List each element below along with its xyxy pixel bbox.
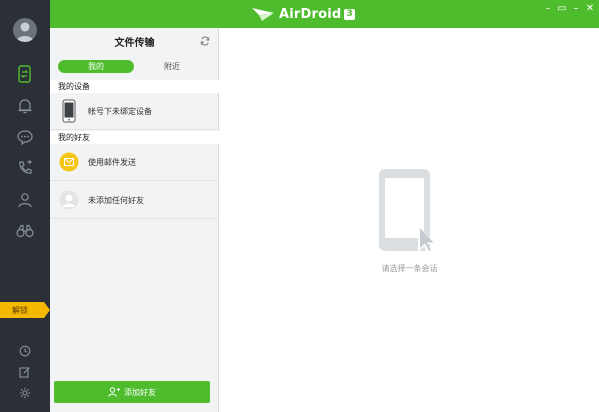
device-icon-wrap	[52, 99, 86, 123]
airdroid-logo-icon	[252, 8, 274, 21]
tab-nearby[interactable]: 附近	[134, 60, 210, 73]
friend-icon-wrap	[52, 190, 86, 210]
my-friends-header: 我的好友	[50, 131, 219, 144]
add-friend-button[interactable]: 添加好友	[54, 381, 210, 403]
minimize-button[interactable]: –	[569, 3, 583, 15]
chat-bubble-icon	[17, 130, 33, 145]
person-silhouette-icon	[16, 22, 34, 42]
unlock-label: 解锁	[12, 305, 28, 315]
version-badge: 3	[344, 8, 355, 20]
refresh-button[interactable]	[200, 36, 210, 49]
edit-icon	[19, 367, 30, 378]
panel-title: 文件传输	[114, 38, 155, 49]
person-icon	[18, 193, 32, 208]
tab-mine[interactable]: 我的	[58, 60, 134, 73]
empty-state-illustration	[378, 168, 438, 257]
nav-contacts[interactable]	[15, 190, 35, 210]
device-item-label: 帐号下未绑定设备	[88, 106, 152, 116]
file-transfer-panel: 文件传输 我的 附近 我的设备 帐号下未绑定设备 我的好友 使用邮件发送 未添加…	[50, 28, 219, 412]
nav-find-phone[interactable]	[15, 221, 35, 241]
nav-messages[interactable]	[15, 127, 35, 147]
email-item-label: 使用邮件发送	[88, 157, 136, 167]
app-name: AirDroid	[279, 6, 342, 22]
add-person-icon	[108, 387, 120, 397]
refresh-icon	[200, 36, 210, 46]
user-avatar[interactable]	[13, 18, 37, 42]
friend-avatar-icon	[59, 190, 79, 210]
menu-button[interactable]: –	[541, 3, 555, 15]
clock-icon	[19, 345, 31, 357]
binoculars-icon	[16, 224, 34, 238]
close-button[interactable]: ✕	[583, 3, 597, 15]
gear-icon	[19, 387, 31, 399]
restore-button[interactable]: ▭	[555, 3, 569, 15]
email-icon	[59, 152, 79, 172]
empty-state-text: 请选择一条会话	[381, 264, 438, 273]
nav-notifications[interactable]	[15, 96, 35, 116]
phone-touch-icon	[379, 169, 436, 254]
title-bar: AirDroid 3 – ▭ – ✕	[0, 0, 599, 28]
nav-file-transfer[interactable]	[15, 64, 35, 84]
bell-icon	[18, 99, 32, 114]
email-send-item[interactable]: 使用邮件发送	[50, 144, 219, 181]
panel-tabs: 我的 附近	[58, 60, 210, 73]
add-friend-label: 添加好友	[124, 387, 156, 397]
my-devices-header: 我的设备	[50, 80, 219, 93]
phone-device-icon	[62, 99, 76, 123]
main-content: 请选择一条会话	[220, 28, 599, 412]
unlock-tag[interactable]: 解锁	[0, 302, 50, 318]
nav-edit[interactable]	[15, 362, 35, 382]
nav-calls[interactable]	[15, 158, 35, 178]
phone-call-icon	[19, 160, 32, 174]
nav-history[interactable]	[15, 341, 35, 361]
phone-transfer-icon	[18, 65, 31, 83]
nav-settings[interactable]	[15, 383, 35, 403]
email-icon-wrap	[52, 152, 86, 172]
friend-item-label: 未添加任何好友	[88, 195, 144, 205]
friend-list-item[interactable]: 未添加任何好友	[50, 182, 219, 219]
sidebar: 解锁	[0, 0, 50, 412]
device-list-item[interactable]: 帐号下未绑定设备	[50, 93, 219, 130]
app-logo: AirDroid 3	[251, 4, 355, 24]
